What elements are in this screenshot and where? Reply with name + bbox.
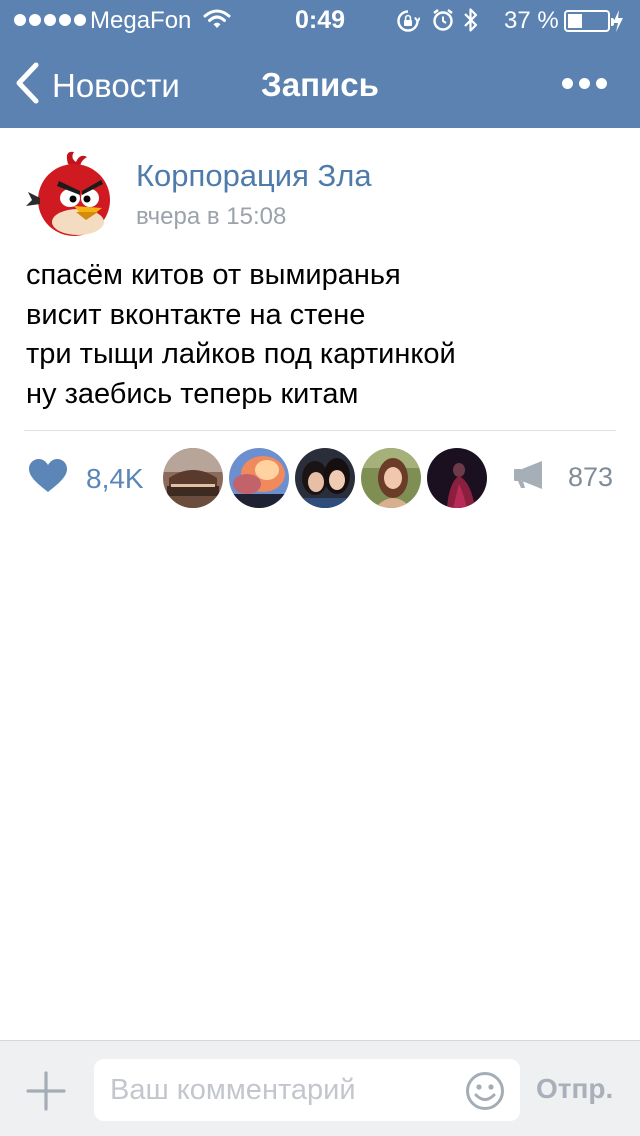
liker-avatar[interactable]: [427, 448, 487, 508]
battery-percent: 37 %: [504, 7, 559, 34]
post-date: вчера в 15:08: [136, 203, 287, 230]
author-name[interactable]: Корпорация Зла: [136, 158, 372, 194]
post-text: спасём китов от вымиранья висит вконтакт…: [26, 256, 616, 414]
page-title: Запись: [261, 66, 379, 103]
post-line: три тыщи лайков под картинкой: [26, 338, 456, 370]
liker-avatar[interactable]: [295, 448, 355, 508]
post-line: спасём китов от вымиранья: [26, 259, 401, 291]
smiley-icon[interactable]: [465, 1071, 505, 1116]
charging-icon: [612, 9, 624, 38]
more-dots-icon[interactable]: [562, 78, 607, 89]
likes-count: 8,4K: [86, 462, 144, 494]
comment-input[interactable]: [110, 1069, 450, 1111]
liker-avatar[interactable]: [361, 448, 421, 508]
send-button[interactable]: Отпр.: [536, 1073, 613, 1105]
megaphone-icon: [512, 460, 548, 495]
likers-list: [163, 448, 487, 508]
like-button[interactable]: 8,4K: [28, 458, 144, 499]
divider: [24, 430, 616, 431]
comment-bar: Отпр.: [0, 1040, 640, 1136]
share-button[interactable]: 873: [512, 460, 613, 495]
angry-bird-avatar[interactable]: [24, 148, 116, 240]
status-bar: MegaFon 0:49 37 %: [0, 0, 640, 40]
heart-icon: [28, 458, 68, 499]
liker-avatar[interactable]: [163, 448, 223, 508]
post-line: ну заебись теперь китам: [26, 377, 359, 410]
nav-bar: Новости Запись: [0, 40, 640, 128]
comment-field: [94, 1059, 520, 1121]
bluetooth-icon: [463, 7, 479, 38]
liker-avatar[interactable]: [229, 448, 289, 508]
alarm-icon: [431, 8, 455, 37]
top-header: MegaFon 0:49 37 % Новости Запись: [0, 0, 640, 128]
battery-icon: [564, 10, 614, 32]
post-actions: 8,4K 873: [0, 446, 640, 510]
post-line: висит вконтакте на стене: [26, 298, 366, 331]
shares-count: 873: [568, 462, 614, 492]
plus-icon[interactable]: [26, 1071, 66, 1116]
rotation-lock-icon: [396, 9, 421, 38]
